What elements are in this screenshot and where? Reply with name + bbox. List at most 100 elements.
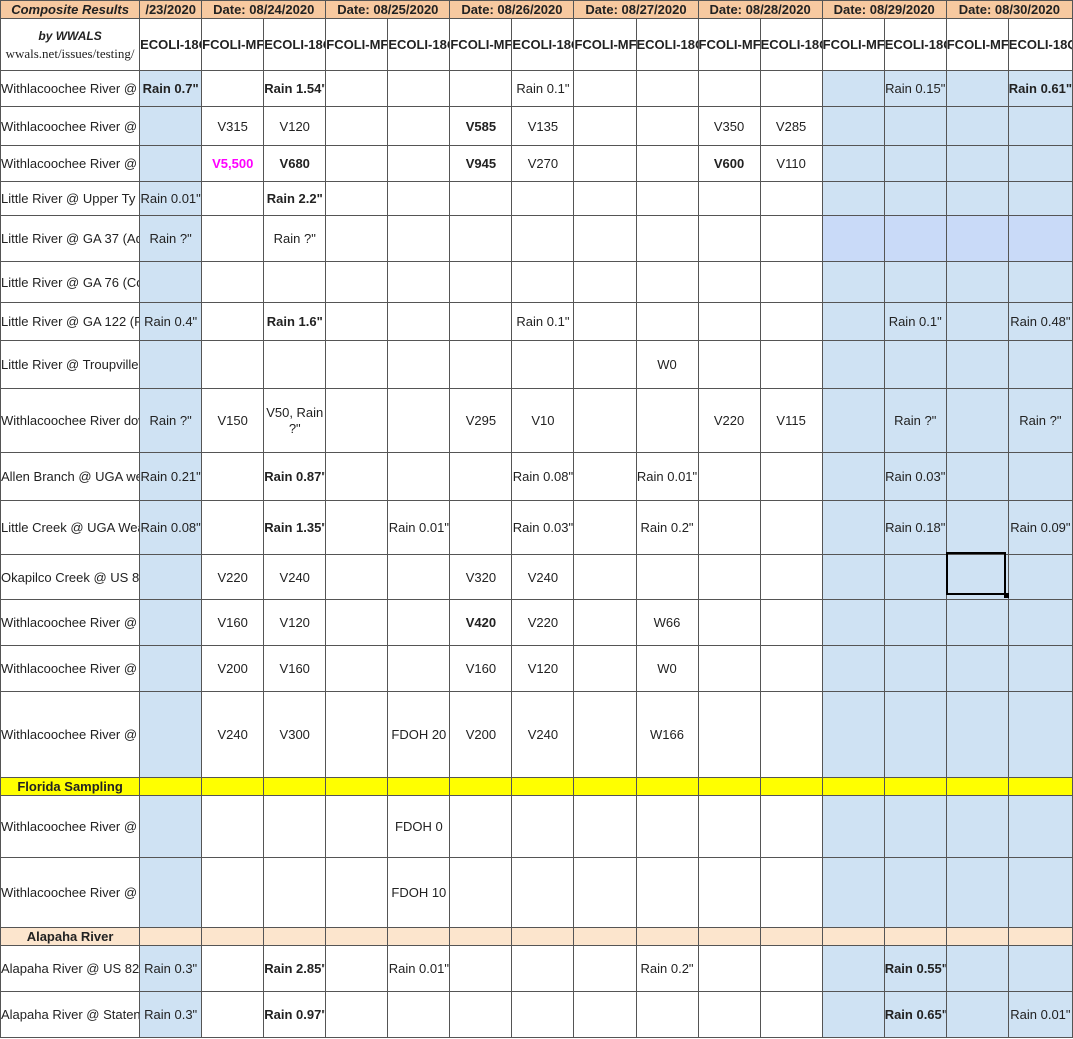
data-cell[interactable]: FDOH 0 <box>387 795 451 858</box>
data-cell[interactable] <box>945 991 1009 1038</box>
data-cell[interactable]: V110 <box>759 145 823 182</box>
data-cell[interactable] <box>883 340 947 389</box>
data-cell[interactable] <box>821 215 885 262</box>
data-cell[interactable]: V220 <box>697 388 761 453</box>
data-cell[interactable]: W166 <box>635 691 699 778</box>
data-cell[interactable] <box>883 261 947 303</box>
data-cell[interactable]: V160 <box>201 599 265 646</box>
data-cell[interactable] <box>635 70 699 107</box>
data-cell[interactable]: Rain 0.1" <box>883 302 947 341</box>
data-cell[interactable] <box>883 691 947 778</box>
data-cell[interactable] <box>635 302 699 341</box>
data-cell[interactable] <box>201 70 265 107</box>
data-cell[interactable] <box>759 645 823 692</box>
data-cell[interactable] <box>139 145 203 182</box>
data-cell[interactable]: Rain 0.48" <box>1007 302 1073 341</box>
data-cell[interactable] <box>697 70 761 107</box>
data-cell[interactable]: V200 <box>449 691 513 778</box>
data-cell[interactable] <box>263 857 327 928</box>
data-cell[interactable] <box>449 302 513 341</box>
data-cell[interactable] <box>821 991 885 1038</box>
data-cell[interactable] <box>635 106 699 146</box>
data-cell[interactable]: Rain 0.08" <box>511 452 575 501</box>
data-cell[interactable]: Rain ?" <box>883 388 947 453</box>
data-cell[interactable]: Rain 0.61" <box>1007 70 1073 107</box>
data-cell[interactable]: V420 <box>449 599 513 646</box>
data-cell[interactable] <box>821 145 885 182</box>
data-cell[interactable] <box>573 340 637 389</box>
data-cell[interactable] <box>1007 215 1073 262</box>
data-cell[interactable] <box>635 795 699 858</box>
data-cell[interactable] <box>573 599 637 646</box>
data-cell[interactable]: Rain 0.03" <box>511 500 575 555</box>
data-cell[interactable] <box>635 215 699 262</box>
data-cell[interactable] <box>821 500 885 555</box>
data-cell[interactable]: Rain 0.21" <box>139 452 203 501</box>
data-cell[interactable]: V220 <box>201 554 265 600</box>
data-cell[interactable]: Rain 0.01" <box>387 500 451 555</box>
data-cell[interactable] <box>573 554 637 600</box>
data-cell[interactable] <box>759 500 823 555</box>
data-cell[interactable] <box>511 795 575 858</box>
data-cell[interactable] <box>201 181 265 216</box>
data-cell[interactable]: V240 <box>511 691 575 778</box>
data-cell[interactable]: V680 <box>263 145 327 182</box>
data-cell[interactable] <box>325 691 389 778</box>
data-cell[interactable] <box>1007 145 1073 182</box>
data-cell[interactable] <box>325 261 389 303</box>
data-cell[interactable] <box>1007 340 1073 389</box>
data-cell[interactable] <box>697 340 761 389</box>
data-cell[interactable] <box>449 945 513 992</box>
data-cell[interactable]: Rain 0.3" <box>139 991 203 1038</box>
data-cell[interactable] <box>325 857 389 928</box>
data-cell[interactable] <box>139 795 203 858</box>
data-cell[interactable]: V320 <box>449 554 513 600</box>
data-cell[interactable]: FDOH 20 <box>387 691 451 778</box>
data-cell[interactable] <box>883 645 947 692</box>
data-cell[interactable]: Rain 0.1" <box>511 70 575 107</box>
data-cell[interactable] <box>573 945 637 992</box>
data-cell[interactable] <box>759 215 823 262</box>
data-cell[interactable] <box>759 554 823 600</box>
data-cell[interactable]: V270 <box>511 145 575 182</box>
data-cell[interactable] <box>883 795 947 858</box>
data-cell[interactable] <box>573 388 637 453</box>
data-cell[interactable] <box>635 991 699 1038</box>
data-cell[interactable]: Rain 1.54" <box>263 70 327 107</box>
data-cell[interactable] <box>325 599 389 646</box>
data-cell[interactable] <box>325 795 389 858</box>
data-cell[interactable] <box>139 645 203 692</box>
data-cell[interactable] <box>945 857 1009 928</box>
data-cell[interactable] <box>325 145 389 182</box>
data-cell[interactable] <box>325 945 389 992</box>
data-cell[interactable] <box>697 554 761 600</box>
data-cell[interactable]: W66 <box>635 599 699 646</box>
data-cell[interactable] <box>449 857 513 928</box>
data-cell[interactable]: FDOH 10 <box>387 857 451 928</box>
data-cell[interactable] <box>387 302 451 341</box>
data-cell[interactable] <box>821 857 885 928</box>
data-cell[interactable] <box>883 857 947 928</box>
data-cell[interactable] <box>945 261 1009 303</box>
data-cell[interactable] <box>697 215 761 262</box>
data-cell[interactable] <box>821 452 885 501</box>
data-cell[interactable] <box>1007 691 1073 778</box>
data-cell[interactable] <box>511 945 575 992</box>
data-cell[interactable] <box>511 181 575 216</box>
data-cell[interactable] <box>325 452 389 501</box>
data-cell[interactable] <box>697 452 761 501</box>
data-cell[interactable] <box>1007 554 1073 600</box>
data-cell[interactable] <box>1007 261 1073 303</box>
data-cell[interactable]: Rain 0.1" <box>511 302 575 341</box>
data-cell[interactable] <box>945 452 1009 501</box>
org-url[interactable]: wwals.net/issues/testing/ <box>2 45 139 62</box>
data-cell[interactable] <box>821 261 885 303</box>
data-cell[interactable] <box>759 795 823 858</box>
data-cell[interactable]: Rain 2.2" <box>263 181 327 216</box>
data-cell[interactable] <box>449 452 513 501</box>
data-cell[interactable] <box>759 991 823 1038</box>
data-cell[interactable] <box>573 261 637 303</box>
data-cell[interactable] <box>201 857 265 928</box>
data-cell[interactable] <box>697 302 761 341</box>
data-cell[interactable]: V160 <box>263 645 327 692</box>
